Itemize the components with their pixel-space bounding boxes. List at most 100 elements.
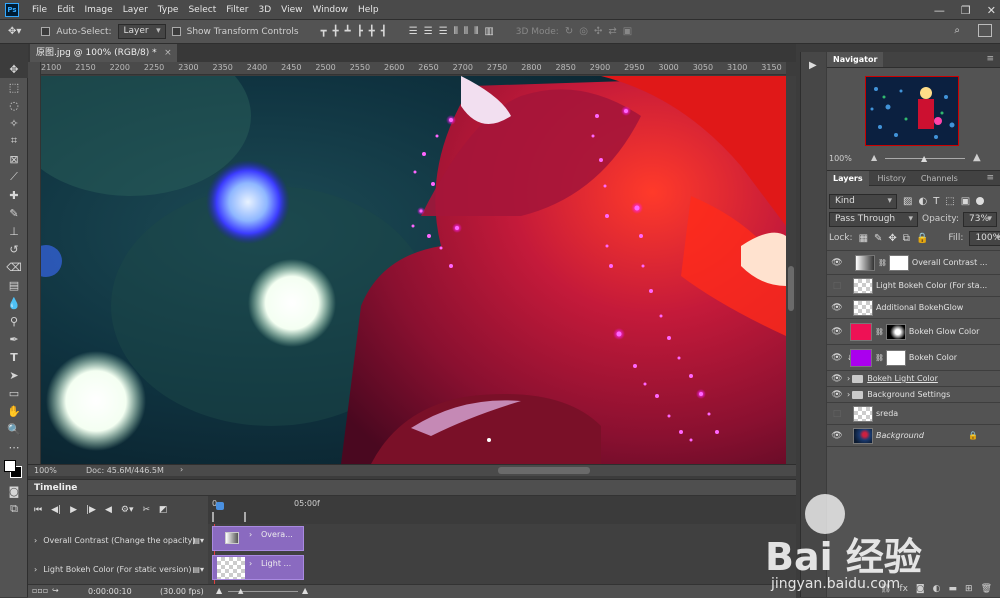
timeline-zoom-thumb-icon[interactable]: ▲ bbox=[238, 587, 243, 595]
timeline-track[interactable]: › Light Bokeh Color (For static version)… bbox=[28, 555, 208, 583]
blur-tool-icon[interactable]: 💧 bbox=[0, 294, 28, 312]
lock-transparent-icon[interactable]: ▦ bbox=[859, 233, 868, 244]
layer-row[interactable]: 👁 ⛓ Bokeh Glow Color bbox=[827, 319, 1000, 345]
auto-select-checkbox[interactable] bbox=[41, 27, 51, 36]
horizontal-scroll-thumb[interactable] bbox=[498, 467, 590, 474]
clip-expand-icon[interactable]: › bbox=[249, 559, 252, 568]
align-vcenter-icon[interactable]: ╋ bbox=[333, 26, 339, 37]
zoom-in-icon[interactable]: ▲ bbox=[302, 586, 308, 595]
align-right-icon[interactable]: ┫ bbox=[381, 26, 387, 37]
align-top-icon[interactable]: ┳ bbox=[321, 26, 327, 37]
timeline-clip[interactable]: › Light ... bbox=[212, 555, 304, 580]
3d-pan-icon[interactable]: ✣ bbox=[594, 26, 602, 37]
transition-icon[interactable]: ◩ bbox=[159, 505, 168, 515]
more-tools-icon[interactable]: ⋯ bbox=[0, 438, 28, 456]
distribute-hcenter-icon[interactable]: ⫴ bbox=[464, 26, 468, 37]
clip-expand-icon[interactable]: › bbox=[249, 530, 252, 539]
vertical-scrollbar[interactable] bbox=[786, 76, 796, 464]
new-adjustment-icon[interactable]: ◐ bbox=[933, 584, 941, 594]
3d-scale-icon[interactable]: ▣ bbox=[623, 26, 632, 37]
link-layers-icon[interactable]: ⛓ bbox=[880, 584, 891, 594]
vertical-scroll-thumb[interactable] bbox=[788, 266, 794, 311]
image-canvas[interactable] bbox=[41, 76, 786, 464]
mask-link-icon[interactable]: ⛓ bbox=[875, 328, 884, 336]
visibility-eye-icon[interactable]: 👁 bbox=[827, 431, 847, 441]
lock-pixels-icon[interactable]: ✎ bbox=[874, 233, 882, 244]
convert-icon[interactable]: ↪ bbox=[52, 586, 59, 595]
close-icon[interactable]: ✕ bbox=[987, 4, 996, 17]
menu-window[interactable]: Window bbox=[308, 5, 354, 15]
zoom-out-icon[interactable]: ▲ bbox=[216, 586, 222, 595]
layer-style-icon[interactable]: fx bbox=[899, 584, 908, 594]
first-frame-icon[interactable]: ⏮ bbox=[34, 505, 42, 515]
split-icon[interactable]: ✂ bbox=[142, 505, 150, 515]
visibility-eye-icon[interactable]: 👁 bbox=[827, 303, 847, 313]
workspace-icon[interactable] bbox=[978, 24, 992, 37]
layer-row[interactable]: 👁 Additional BokehGlow bbox=[827, 297, 1000, 319]
layer-row[interactable]: 👁 ↓ ⛓ Bokeh Color bbox=[827, 345, 1000, 371]
type-tool-icon[interactable]: T bbox=[0, 348, 28, 366]
brush-tool-icon[interactable]: ✎ bbox=[0, 204, 28, 222]
distribute-left-icon[interactable]: ⫴ bbox=[454, 26, 458, 37]
playhead-handle[interactable] bbox=[216, 502, 224, 510]
layer-mask-thumbnail[interactable] bbox=[888, 254, 909, 271]
zoom-tool-icon[interactable]: 🔍 bbox=[0, 420, 28, 438]
time-ruler[interactable]: 0 05:00f bbox=[208, 496, 796, 524]
next-frame-icon[interactable]: |▶ bbox=[86, 505, 96, 515]
track-options-icon[interactable]: ▤▾ bbox=[192, 536, 204, 545]
crop-tool-icon[interactable]: ⌗ bbox=[0, 132, 28, 150]
layer-row[interactable]: □ sreda bbox=[827, 403, 1000, 425]
menu-select[interactable]: Select bbox=[183, 5, 221, 15]
navigator-zoom-value[interactable]: 100% bbox=[829, 154, 852, 163]
layer-row[interactable]: □ Light Bokeh Color (For sta... bbox=[827, 275, 1000, 297]
menu-type[interactable]: Type bbox=[153, 5, 184, 15]
dodge-tool-icon[interactable]: ⚲ bbox=[0, 312, 28, 330]
healing-brush-icon[interactable]: ✚ bbox=[0, 186, 28, 204]
visibility-eye-icon[interactable]: 👁 bbox=[827, 258, 847, 268]
move-tool-icon[interactable]: ✥ bbox=[0, 60, 28, 78]
document-tab[interactable]: 原图.jpg @ 100% (RGB/8) * × bbox=[30, 44, 177, 62]
timeline-clip[interactable]: › Overa... bbox=[212, 526, 304, 551]
layer-row[interactable]: 👁 Background 🔒 bbox=[827, 425, 1000, 447]
tab-layers[interactable]: Layers bbox=[827, 171, 869, 186]
timeline-track[interactable]: › Overall Contrast (Change the opacity) … bbox=[28, 526, 208, 554]
align-hcenter-icon[interactable]: ╋ bbox=[369, 26, 375, 37]
restore-icon[interactable]: ❐ bbox=[961, 4, 971, 17]
rectangle-tool-icon[interactable]: ▭ bbox=[0, 384, 28, 402]
menu-image[interactable]: Image bbox=[80, 5, 118, 15]
render-icon[interactable]: ▫▫▫ bbox=[32, 586, 48, 595]
distribute-top-icon[interactable]: ☰ bbox=[409, 26, 418, 37]
lock-artboard-icon[interactable]: ⧉ bbox=[903, 233, 910, 244]
move-tool-icon[interactable]: ✥▾ bbox=[8, 26, 21, 37]
group-expand-icon[interactable]: › bbox=[847, 390, 850, 399]
stamp-tool-icon[interactable]: ⊥ bbox=[0, 222, 28, 240]
new-group-icon[interactable]: ▬ bbox=[949, 584, 958, 594]
align-bottom-icon[interactable]: ┻ bbox=[345, 26, 351, 37]
play-icon[interactable]: ▶ bbox=[70, 505, 77, 515]
visibility-off-icon[interactable]: □ bbox=[827, 409, 847, 419]
fill-input[interactable]: 100% bbox=[969, 230, 1000, 246]
tab-channels[interactable]: Channels bbox=[915, 171, 964, 186]
zoom-level[interactable]: 100% bbox=[34, 466, 57, 475]
layer-filter-kind[interactable]: Kind bbox=[829, 193, 897, 209]
eyedropper-icon[interactable]: ⟋ bbox=[0, 168, 28, 186]
layer-mask-thumbnail[interactable] bbox=[885, 349, 906, 366]
filter-smart-icon[interactable]: ▣ bbox=[961, 196, 970, 207]
history-brush-icon[interactable]: ↺ bbox=[0, 240, 28, 258]
audio-icon[interactable]: ◀ bbox=[105, 505, 112, 515]
layer-mask-thumbnail[interactable] bbox=[885, 323, 906, 340]
mask-link-icon[interactable]: ⛓ bbox=[878, 259, 887, 267]
track-options-icon[interactable]: ▤▾ bbox=[192, 565, 204, 574]
menu-view[interactable]: View bbox=[276, 5, 307, 15]
3d-slide-icon[interactable]: ⇄ bbox=[608, 26, 616, 37]
menu-3d[interactable]: 3D bbox=[254, 5, 277, 15]
path-select-icon[interactable]: ➤ bbox=[0, 366, 28, 384]
filter-type-icon[interactable]: T bbox=[933, 196, 939, 207]
blend-mode-dropdown[interactable]: Pass Through bbox=[829, 211, 918, 227]
auto-select-dropdown[interactable]: Layer bbox=[117, 24, 166, 39]
minimize-icon[interactable]: — bbox=[934, 4, 945, 17]
hand-tool-icon[interactable]: ✋ bbox=[0, 402, 28, 420]
expand-track-icon[interactable]: › bbox=[34, 565, 37, 574]
menu-edit[interactable]: Edit bbox=[52, 5, 79, 15]
foreground-color[interactable] bbox=[4, 460, 16, 472]
